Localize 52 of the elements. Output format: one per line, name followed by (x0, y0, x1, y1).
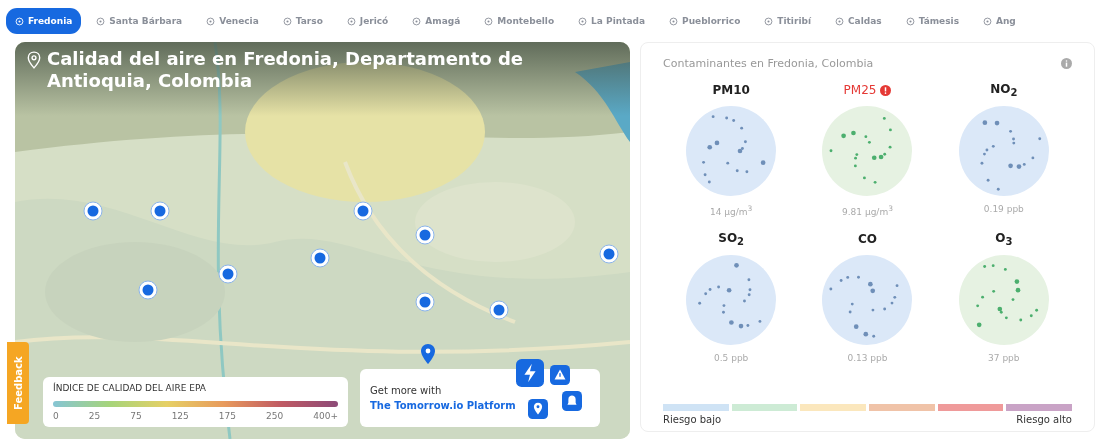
pollutant-value: 0.13 ppb (847, 353, 888, 363)
pollutant-name: PM25 (843, 83, 877, 97)
location-tab[interactable]: Caldas (826, 8, 891, 34)
pollutant-value: 0.5 ppb (714, 353, 749, 363)
station-marker-icon[interactable] (310, 248, 331, 269)
feedback-tab[interactable]: Feedback (7, 342, 29, 424)
map-title: Calidad del aire en Fredonia, Departamento de Antioquia, Colombia (47, 48, 524, 92)
station-marker-icon[interactable] (217, 264, 238, 285)
location-tab[interactable]: Titiribí (755, 8, 820, 34)
alert-icon (880, 84, 892, 96)
scale-label: 250 (266, 411, 284, 421)
location-tab[interactable]: Fredonia (6, 8, 82, 34)
station-marker-icon[interactable] (414, 224, 435, 245)
station-marker-icon[interactable] (138, 280, 158, 301)
risk-high-label: Riesgo alto (1016, 414, 1072, 425)
station-marker-icon[interactable] (82, 200, 103, 221)
station-marker-icon[interactable] (599, 244, 620, 265)
pollutant-name: O$_{3}$ (995, 230, 1013, 248)
scale-label: 400+ (313, 411, 338, 421)
station-marker-icon[interactable] (353, 200, 374, 221)
pollutant-name: PM10 (712, 83, 750, 97)
location-tab[interactable]: Santa Bárbara (87, 8, 192, 34)
pollutant-value: 37 ppb (988, 353, 1020, 363)
location-tab[interactable]: Montebello (475, 8, 564, 34)
location-tab[interactable]: La Pintada (569, 8, 655, 34)
pollutant-name: NO$_{2}$ (990, 81, 1018, 99)
location-tab[interactable]: Tarso (273, 8, 332, 34)
station-marker-icon[interactable] (150, 200, 171, 221)
scale-label: 0 (53, 411, 59, 421)
pollutant-value: 14 µg/m$^{3}$ (710, 204, 753, 217)
location-tab[interactable]: Ang (974, 8, 1025, 34)
pollutant-value: 9.81 µg/m$^{3}$ (842, 204, 893, 217)
pollutant-name: CO (858, 232, 877, 246)
location-tab[interactable]: Pueblorrico (660, 8, 750, 34)
scale-label: 75 (130, 411, 142, 421)
bell-icon (561, 391, 582, 411)
risk-low-label: Riesgo bajo (663, 414, 722, 425)
location-tab[interactable]: Amagá (403, 8, 470, 34)
station-marker-icon[interactable] (488, 300, 509, 321)
promo-text: Get more with (370, 385, 443, 396)
platform-link[interactable]: The Tomorrow.io Platform (370, 400, 516, 411)
scale-label: 25 (88, 411, 101, 421)
scale-label: 175 (218, 411, 236, 421)
pollutant-name: SO$_{2}$ (718, 230, 745, 248)
station-marker-icon[interactable] (414, 292, 435, 313)
location-tab[interactable]: Venecia (197, 8, 268, 34)
location-tab[interactable]: Támesis (896, 8, 968, 34)
legend-title: ÍNDICE DE CALIDAD DEL AIRE EPA (53, 383, 207, 393)
pollutant-value: 0.19 ppb (983, 204, 1024, 214)
panel-title: Contaminantes en Fredonia, Colombia (663, 57, 874, 70)
scale-label: 125 (171, 411, 189, 421)
location-tab[interactable]: Jericó (337, 8, 398, 34)
